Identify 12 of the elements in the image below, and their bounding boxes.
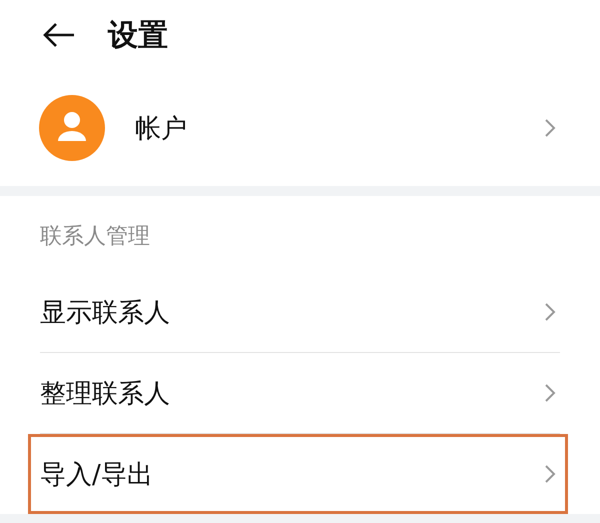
menu-item[interactable]: 显示联系人 — [28, 272, 568, 352]
back-icon[interactable] — [42, 22, 76, 48]
menu-item[interactable]: 整理联系人 — [28, 353, 568, 433]
section-header: 联系人管理 — [39, 223, 151, 251]
account-label[interactable]: 帐户 — [135, 110, 514, 146]
highlighted-menu-item[interactable]: 导入/导出 — [28, 434, 568, 514]
page-title: 设置 — [108, 16, 168, 54]
chevron-icon — [544, 464, 556, 484]
chevron-icon — [544, 383, 556, 403]
chevron-icon — [544, 302, 556, 322]
chevron-icon — [544, 118, 556, 138]
avatar-icon — [39, 95, 105, 161]
